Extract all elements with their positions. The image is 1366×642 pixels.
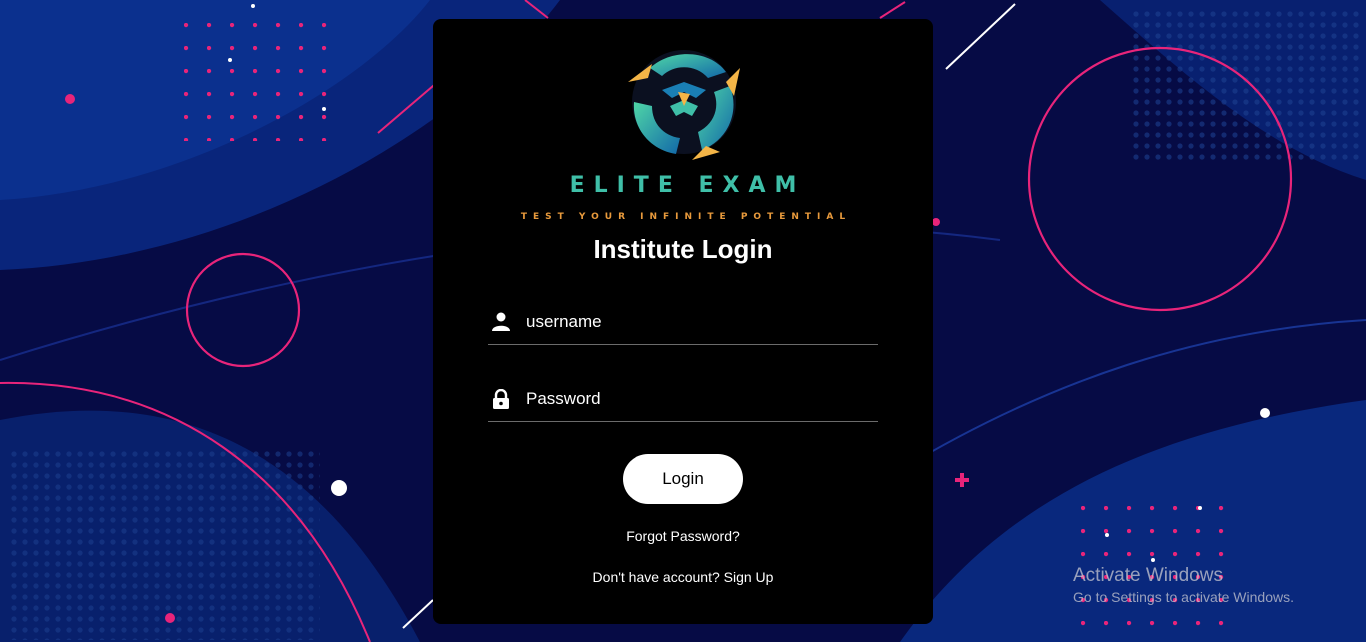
forgot-password-link[interactable]: Forgot Password? [433,528,933,544]
login-button[interactable]: Login [623,454,743,504]
login-page: ELITE EXAM TEST YOUR INFINITE POTENTIAL … [0,0,1366,642]
page-title: Institute Login [593,234,773,264]
password-input[interactable] [526,385,866,413]
signup-link[interactable]: Don't have account? Sign Up [433,569,933,585]
brand-name: ELITE EXAM [569,173,806,198]
lock-icon [493,389,509,409]
person-icon [492,312,510,331]
windows-activation-watermark: Activate Windows Go to Settings to activ… [1073,565,1294,605]
watermark-subtitle: Go to Settings to activate Windows. [1073,589,1294,605]
username-input[interactable] [526,308,866,336]
elite-exam-logo [628,50,740,160]
brand-tagline: TEST YOUR INFINITE POTENTIAL [520,212,852,222]
watermark-title: Activate Windows [1073,565,1223,586]
username-field [488,304,878,345]
password-field [488,381,878,422]
